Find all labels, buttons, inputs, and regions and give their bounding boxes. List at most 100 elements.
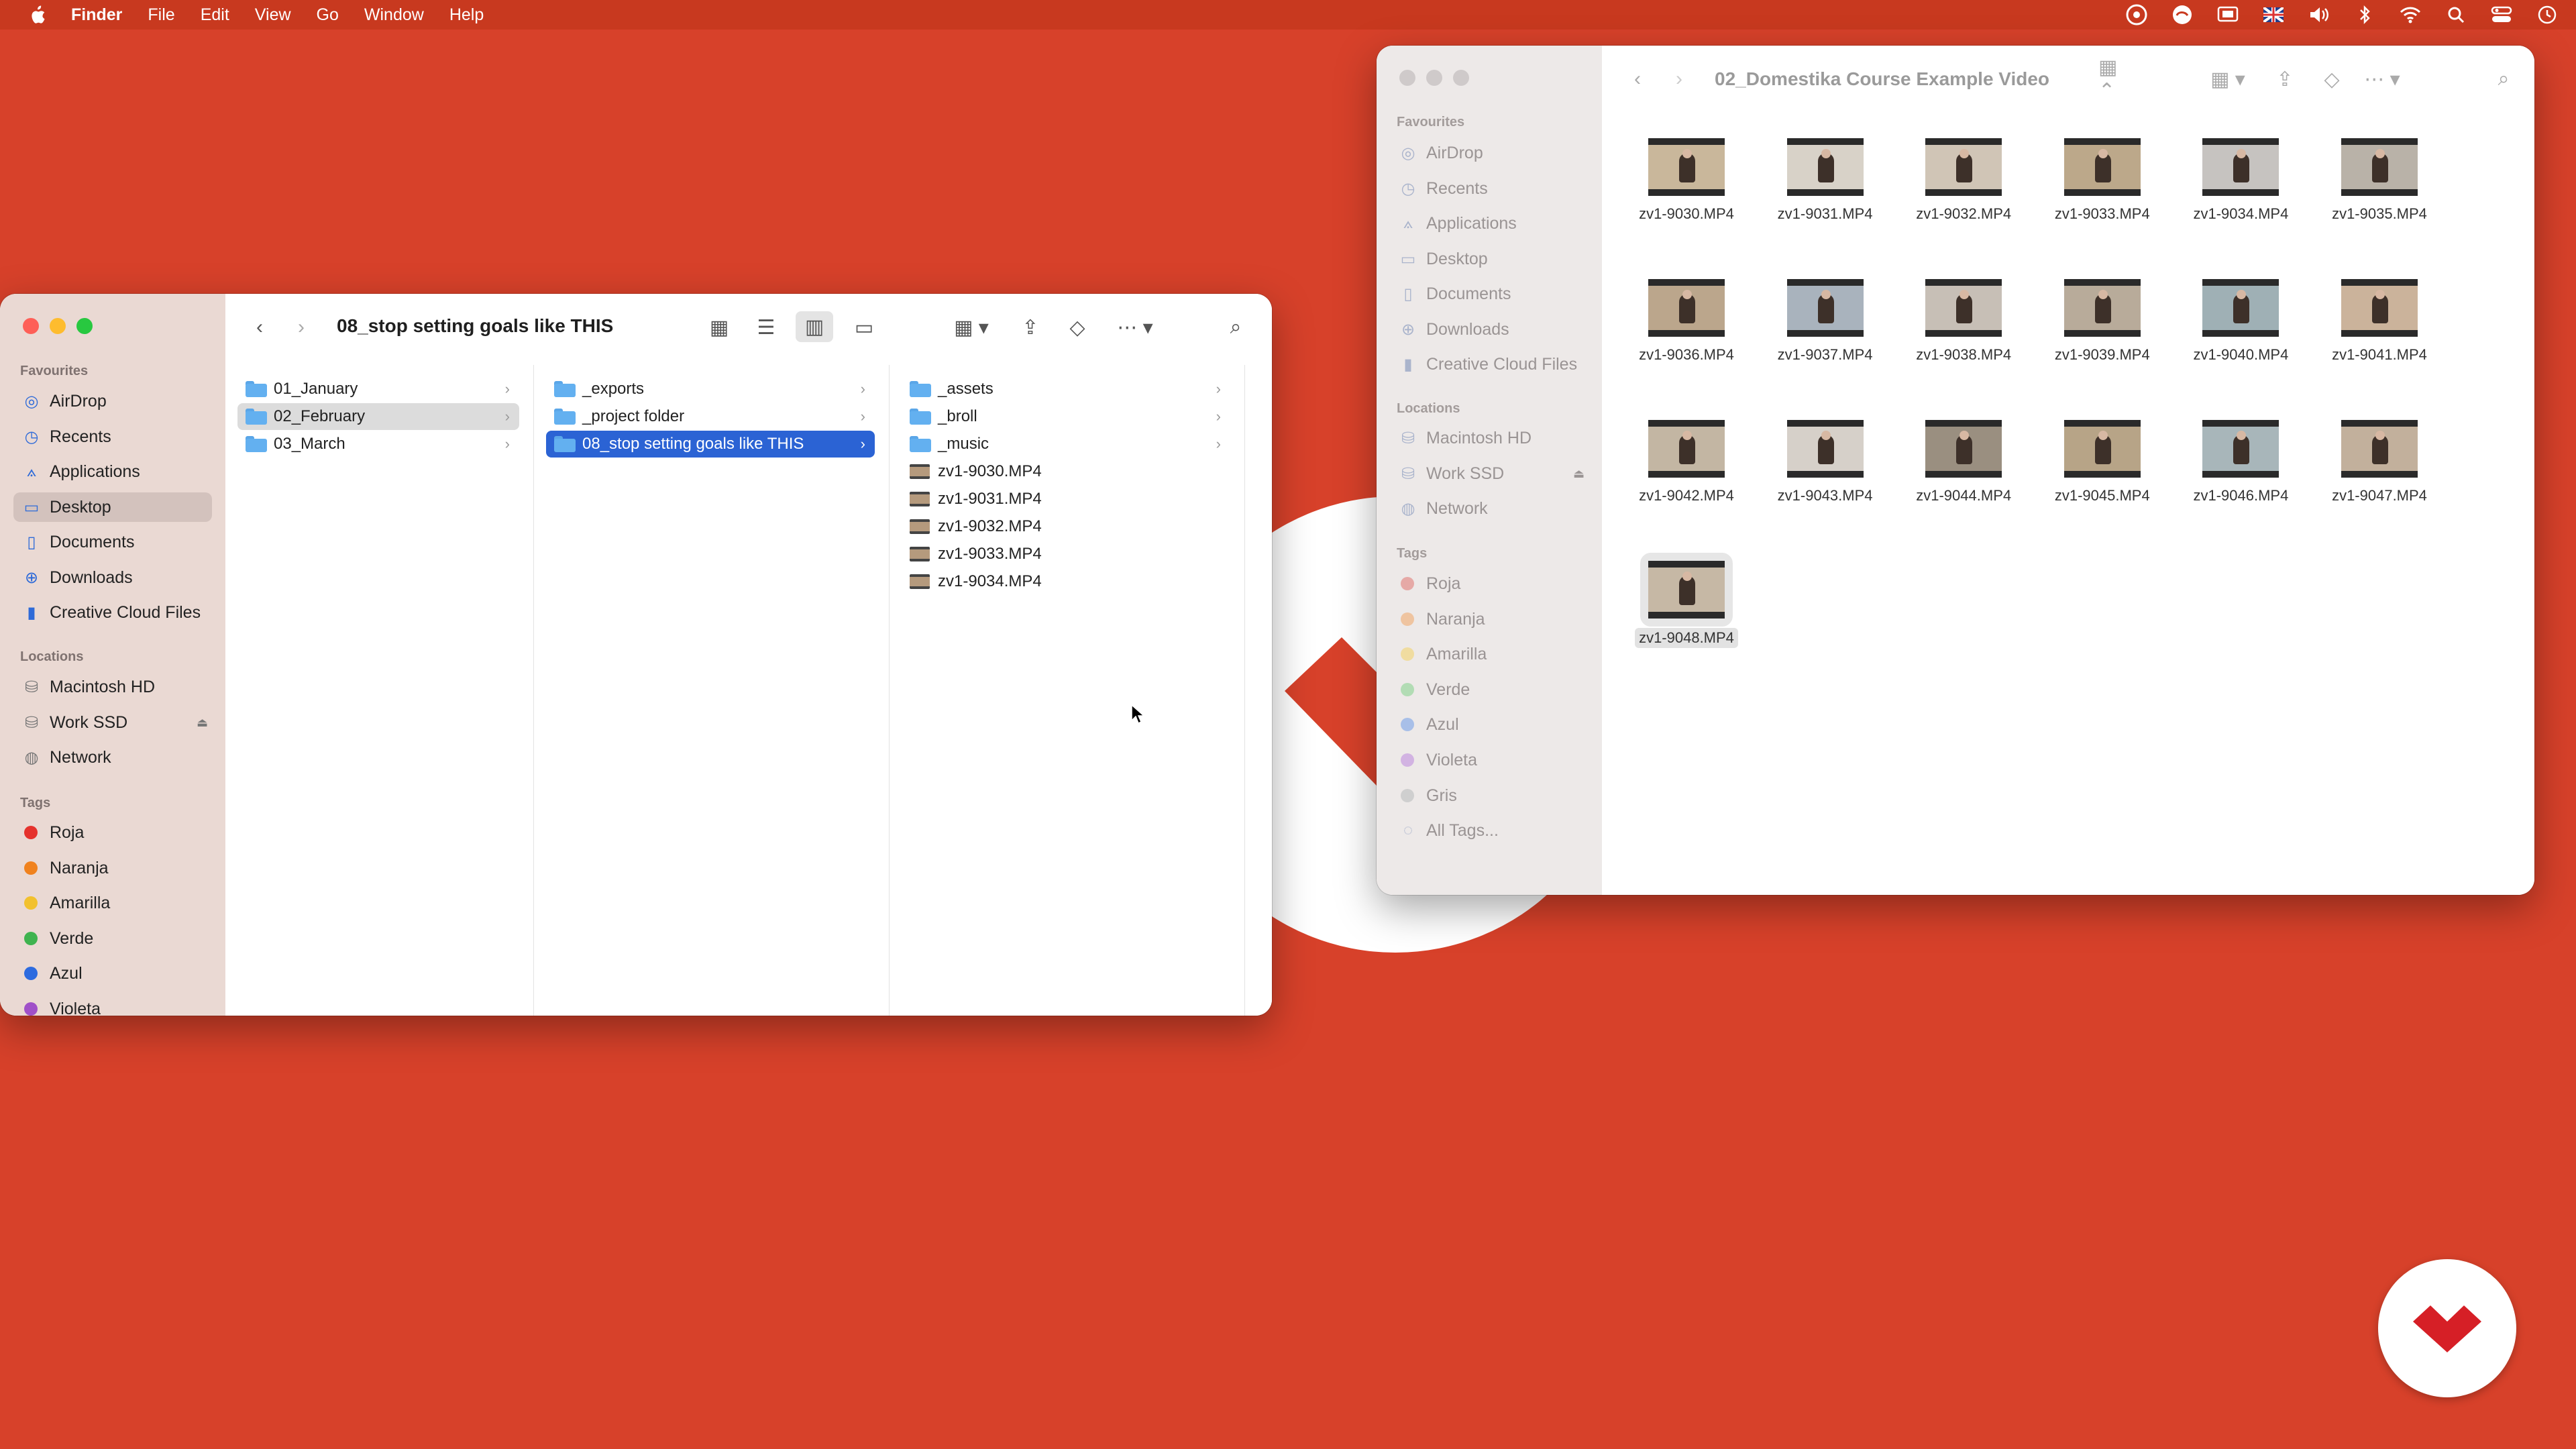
menu-view[interactable]: View [255, 5, 291, 25]
tag-all-tags[interactable]: ◌ All Tags... [1390, 816, 1499, 845]
tag-gris[interactable]: Gris [1390, 781, 1457, 810]
sidebar-item-airdrop[interactable]: ◎ AirDrop [1390, 138, 1483, 168]
sidebar-item-documents[interactable]: ▯ Documents [13, 527, 134, 557]
menu-file[interactable]: File [148, 5, 174, 25]
list-view-icon[interactable]: ☰ [753, 314, 780, 341]
tag-verde[interactable]: Verde [13, 924, 93, 953]
bluetooth-icon[interactable] [2353, 3, 2376, 26]
sidebar-item-macintosh-hd[interactable]: ⛁ Macintosh HD [13, 672, 155, 702]
video-thumbnail[interactable]: zv1-9035.MP4 [2316, 138, 2443, 223]
folder-row[interactable]: 02_February › [237, 403, 519, 430]
tag-amarilla[interactable]: Amarilla [1390, 639, 1487, 669]
video-thumbnail[interactable]: zv1-9042.MP4 [1623, 420, 1750, 504]
column-view-icon[interactable]: ▥ [796, 311, 833, 342]
tag-naranja[interactable]: Naranja [13, 853, 109, 883]
file-row[interactable]: zv1-9034.MP4 [902, 568, 1230, 595]
folder-row[interactable]: _broll › [902, 403, 1230, 430]
tag-naranja[interactable]: Naranja [1390, 604, 1485, 634]
folder-row[interactable]: 03_March › [237, 431, 519, 458]
more-actions-icon[interactable]: ⋯ ▾ [1111, 313, 1159, 342]
video-thumbnail[interactable]: zv1-9036.MP4 [1623, 279, 1750, 364]
back-icon[interactable]: ‹ [1627, 66, 1648, 93]
forward-icon[interactable]: › [291, 313, 311, 342]
minimize-button[interactable] [1426, 70, 1442, 86]
folder-row[interactable]: _exports › [546, 376, 875, 402]
file-row[interactable]: zv1-9032.MP4 [902, 513, 1230, 540]
sidebar-item-work-ssd[interactable]: ⛁ Work SSD ⏏ [1390, 459, 1589, 488]
video-thumbnail[interactable]: zv1-9048.MP4 [1623, 553, 1750, 648]
sidebar-item-desktop[interactable]: ▭ Desktop [1390, 244, 1488, 274]
video-thumbnail[interactable]: zv1-9032.MP4 [1900, 138, 2027, 223]
video-thumbnail[interactable]: zv1-9034.MP4 [2178, 138, 2304, 223]
group-by-icon[interactable]: ▦ ▾ [947, 314, 996, 341]
wifi-icon[interactable] [2399, 3, 2422, 26]
back-icon[interactable]: ‹ [250, 313, 270, 342]
sidebar-item-applications[interactable]: ⟑ Applications [1390, 209, 1517, 238]
sidebar-item-recents[interactable]: ◷ Recents [13, 422, 111, 451]
tag-icon[interactable]: ◇ [1064, 313, 1091, 342]
video-thumbnail[interactable]: zv1-9046.MP4 [2178, 420, 2304, 504]
search-icon[interactable]: ⌕ [2491, 66, 2516, 93]
clock-icon[interactable] [2536, 3, 2559, 26]
sidebar-item-network[interactable]: ◍ Network [1390, 494, 1488, 523]
sidebar-item-work-ssd[interactable]: ⛁ Work SSD ⏏ [13, 708, 212, 737]
share-icon[interactable]: ⇪ [1017, 313, 1044, 342]
video-thumbnail[interactable]: zv1-9043.MP4 [1762, 420, 1888, 504]
close-button[interactable] [1399, 70, 1415, 86]
close-button[interactable] [23, 318, 39, 334]
menu-go[interactable]: Go [317, 5, 339, 25]
video-thumbnail[interactable]: zv1-9037.MP4 [1762, 279, 1888, 364]
creative-cloud-icon[interactable] [2125, 3, 2148, 26]
tag-azul[interactable]: Azul [1390, 710, 1459, 739]
tag-violeta[interactable]: Violeta [13, 994, 101, 1016]
sidebar-item-downloads[interactable]: ⊕ Downloads [1390, 315, 1509, 344]
tag-roja[interactable]: Roja [13, 818, 84, 847]
folder-row[interactable]: _music › [902, 431, 1230, 458]
folder-row[interactable]: 08_stop setting goals like THIS › [546, 431, 875, 458]
sidebar-item-creative-cloud[interactable]: ▮ Creative Cloud Files [13, 598, 201, 627]
video-thumbnail[interactable]: zv1-9044.MP4 [1900, 420, 2027, 504]
eject-icon[interactable]: ⏏ [197, 716, 208, 730]
menu-app-name[interactable]: Finder [71, 5, 122, 25]
folder-row[interactable]: _project folder › [546, 403, 875, 430]
forward-icon[interactable]: › [1669, 66, 1689, 93]
video-thumbnail[interactable]: zv1-9047.MP4 [2316, 420, 2443, 504]
sidebar-item-network[interactable]: ◍ Network [13, 743, 111, 772]
tag-icon[interactable]: ◇ [2320, 66, 2344, 93]
tag-azul[interactable]: Azul [13, 959, 83, 988]
zoom-button[interactable] [1453, 70, 1469, 86]
video-thumbnail[interactable]: zv1-9041.MP4 [2316, 279, 2443, 364]
zoom-button[interactable] [76, 318, 93, 334]
file-row[interactable]: zv1-9030.MP4 [902, 458, 1230, 485]
video-thumbnail[interactable]: zv1-9038.MP4 [1900, 279, 2027, 364]
view-mode-icon[interactable]: ▦ ⌃ [2098, 56, 2139, 102]
tag-verde[interactable]: Verde [1390, 675, 1470, 704]
screen-mirroring-icon[interactable] [2216, 3, 2239, 26]
control-center-icon[interactable] [2490, 3, 2513, 26]
more-actions-icon[interactable]: ⋯ ▾ [2360, 66, 2404, 93]
share-icon[interactable]: ⇪ [2273, 66, 2297, 93]
menu-help[interactable]: Help [449, 5, 484, 25]
search-icon[interactable]: ⌕ [1222, 313, 1249, 342]
menu-window[interactable]: Window [364, 5, 424, 25]
icon-view-icon[interactable]: ▦ [706, 314, 733, 341]
menu-edit[interactable]: Edit [201, 5, 229, 25]
volume-icon[interactable] [2308, 3, 2330, 26]
folder-row[interactable]: _assets › [902, 376, 1230, 402]
video-thumbnail[interactable]: zv1-9040.MP4 [2178, 279, 2304, 364]
video-thumbnail[interactable]: zv1-9030.MP4 [1623, 138, 1750, 223]
sidebar-item-applications[interactable]: ⟑ Applications [13, 457, 140, 486]
file-row[interactable]: zv1-9033.MP4 [902, 541, 1230, 568]
group-by-icon[interactable]: ▦ ▾ [2206, 67, 2250, 91]
file-row[interactable]: zv1-9031.MP4 [902, 486, 1230, 513]
sidebar-item-macintosh-hd[interactable]: ⛁ Macintosh HD [1390, 423, 1532, 453]
sidebar-item-airdrop[interactable]: ◎ AirDrop [13, 386, 107, 416]
adobe-sync-icon[interactable] [2171, 3, 2194, 26]
tag-amarilla[interactable]: Amarilla [13, 888, 110, 918]
sidebar-item-creative-cloud[interactable]: ▮ Creative Cloud Files [1390, 350, 1577, 379]
minimize-button[interactable] [50, 318, 66, 334]
video-thumbnail[interactable]: zv1-9033.MP4 [2039, 138, 2165, 223]
video-thumbnail[interactable]: zv1-9045.MP4 [2039, 420, 2165, 504]
apple-menu-icon[interactable] [24, 0, 50, 30]
uk-flag-icon[interactable] [2262, 3, 2285, 26]
